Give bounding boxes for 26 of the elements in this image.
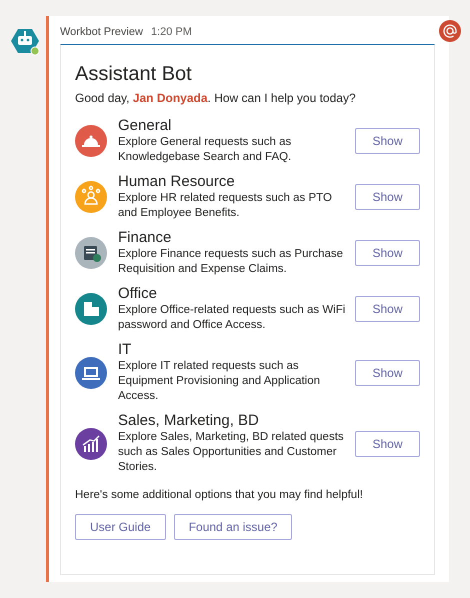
action-button[interactable]: User Guide xyxy=(75,514,166,540)
show-button[interactable]: Show xyxy=(355,240,420,266)
action-button[interactable]: Found an issue? xyxy=(174,514,292,540)
category-title: Finance xyxy=(118,229,172,247)
show-button[interactable]: Show xyxy=(355,128,420,154)
category-description: Explore Sales, Marketing, BD related quests such as Sales Opportunities and Customer Stories. xyxy=(118,430,345,475)
show-button[interactable]: Show xyxy=(355,184,420,210)
sender-name: Workbot Preview xyxy=(60,25,143,40)
robot-avatar-icon xyxy=(10,26,40,56)
category-title: Office xyxy=(118,285,158,303)
category-description: Explore Office-related requests such as WiFi password and Office Access. xyxy=(118,303,346,333)
greeting-text: Good day, Jan Donyada. How can I help you today? xyxy=(75,90,357,107)
message-time: 1:20 PM xyxy=(150,25,192,40)
category-title: Human Resource xyxy=(118,173,236,191)
category-description: Explore General requests such as Knowledgebase Search and FAQ. xyxy=(118,135,292,165)
category-title: Sales, Marketing, BD xyxy=(118,412,260,430)
category-description: Explore Finance requests such as Purchase Requisition and Expense Claims. xyxy=(118,247,344,277)
category-description: Explore IT related requests such as Equipment Provisioning and Application Access. xyxy=(118,359,322,404)
show-button[interactable]: Show xyxy=(355,360,420,386)
category-title: General xyxy=(118,117,172,135)
card-title: Assistant Bot xyxy=(75,62,193,87)
category-title: IT xyxy=(118,341,132,359)
show-button[interactable]: Show xyxy=(355,296,420,322)
footer-text: Here's some additional options that you may find helpful! xyxy=(75,488,364,503)
show-button[interactable]: Show xyxy=(355,430,420,456)
category-description: Explore HR related requests such as PTO and Employee Benefits. xyxy=(118,191,333,221)
